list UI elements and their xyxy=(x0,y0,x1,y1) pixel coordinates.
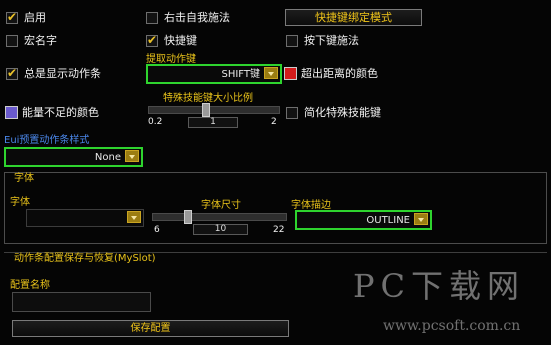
low-power-color-label: 能量不足的颜色 xyxy=(22,106,99,119)
preset-style-label: Eui预置动作条样式 xyxy=(4,135,90,146)
config-name-input[interactable] xyxy=(12,292,151,312)
right-self-cast-label: 右击自我施法 xyxy=(164,11,230,24)
out-of-range-color-swatch[interactable] xyxy=(284,67,297,80)
pick-actionkey-value: SHIFT键 xyxy=(221,69,260,80)
right-self-cast-checkbox[interactable] xyxy=(146,12,158,24)
pick-actionkey-dropdown[interactable]: SHIFT键 xyxy=(146,64,282,84)
checkmark-icon: ✔ xyxy=(147,33,158,47)
chevron-down-icon[interactable] xyxy=(127,211,141,223)
font-size-thumb[interactable] xyxy=(184,210,192,224)
chevron-down-icon[interactable] xyxy=(264,67,278,79)
font-section-title: 字体 xyxy=(14,173,34,184)
special-key-scale-slider[interactable] xyxy=(148,106,280,114)
chevron-down-icon[interactable] xyxy=(414,213,428,225)
hotkey-label: 快捷键 xyxy=(164,34,197,47)
checkmark-icon: ✔ xyxy=(7,10,18,24)
special-key-scale-thumb[interactable] xyxy=(202,103,210,117)
special-key-scale-value[interactable]: 1 xyxy=(188,117,238,128)
simplify-special-keys-checkbox[interactable] xyxy=(286,107,298,119)
font-size-min: 6 xyxy=(154,225,160,235)
special-key-scale-min: 0.2 xyxy=(148,117,163,127)
enable-label: 启用 xyxy=(24,11,46,24)
font-size-max: 22 xyxy=(273,225,285,235)
low-power-color-swatch[interactable] xyxy=(5,106,18,119)
font-outline-dropdown[interactable]: OUTLINE xyxy=(295,210,432,230)
watermark-url: www.pcsoft.com.cn xyxy=(383,318,521,334)
font-label: 字体 xyxy=(10,197,30,208)
font-size-value[interactable]: 10 xyxy=(193,224,248,235)
hotkey-checkbox[interactable]: ✔ xyxy=(146,33,158,47)
watermark-brand: PC下载网 xyxy=(353,267,526,305)
macro-name-checkbox[interactable] xyxy=(6,35,18,47)
font-dropdown[interactable] xyxy=(26,209,144,227)
preset-style-dropdown[interactable]: None xyxy=(4,147,143,167)
key-down-cast-checkbox[interactable] xyxy=(286,35,298,47)
enable-checkbox[interactable]: ✔ xyxy=(6,10,18,24)
macro-name-label: 宏名字 xyxy=(24,34,57,47)
simplify-special-keys-label: 简化特殊技能键 xyxy=(304,106,381,119)
font-size-slider[interactable] xyxy=(152,213,287,221)
always-show-actionbar-label: 总是显示动作条 xyxy=(24,67,101,80)
myslot-title: 动作条配置保存与恢复(MySlot) xyxy=(14,253,156,264)
font-outline-value: OUTLINE xyxy=(366,215,410,226)
out-of-range-color-label: 超出距离的颜色 xyxy=(301,67,378,80)
key-down-cast-label: 按下键施法 xyxy=(304,34,359,47)
chevron-down-icon[interactable] xyxy=(125,150,139,162)
always-show-actionbar-checkbox[interactable]: ✔ xyxy=(6,66,18,80)
checkmark-icon: ✔ xyxy=(7,66,18,80)
special-key-scale-max: 2 xyxy=(271,117,277,127)
preset-style-value: None xyxy=(94,152,121,163)
config-name-label: 配置名称 xyxy=(10,280,50,291)
save-config-button[interactable]: 保存配置 xyxy=(12,320,289,337)
font-size-label: 字体尺寸 xyxy=(201,200,241,211)
keybind-mode-button[interactable]: 快捷键绑定模式 xyxy=(285,9,422,26)
